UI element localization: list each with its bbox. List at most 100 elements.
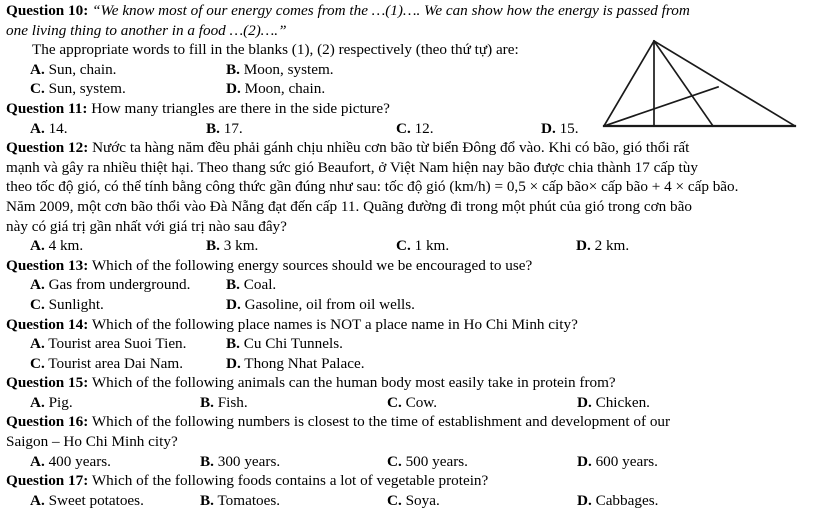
q12-label: Question 12: bbox=[6, 139, 89, 157]
q15-options-row: A. Pig. B. Fish. C. Cow. D. Chicken. bbox=[6, 393, 814, 413]
q14-option-b[interactable]: B. Cu Chi Tunnels. bbox=[226, 334, 546, 354]
q15-option-d-letter: D. bbox=[577, 393, 592, 411]
q15-option-a[interactable]: A. Pig. bbox=[30, 393, 200, 413]
q11-option-c[interactable]: C. 12. bbox=[396, 119, 541, 139]
triangle-cevian-from-apex bbox=[652, 39, 715, 128]
q13-option-c-letter: C. bbox=[30, 295, 45, 313]
q16-option-a[interactable]: A. 400 years. bbox=[30, 452, 200, 472]
q13-option-c[interactable]: C. Sunlight. bbox=[30, 295, 226, 315]
q16-option-d[interactable]: D. 600 years. bbox=[577, 452, 727, 472]
q11-option-b-text: 17. bbox=[223, 119, 243, 137]
q10-option-c-letter: C. bbox=[30, 80, 45, 98]
q12-stem-line-1: Question 12: Nước ta hàng năm đều phải g… bbox=[6, 138, 814, 158]
q16-option-d-text: 600 years. bbox=[595, 452, 658, 470]
q17-option-b-text: Tomatoes. bbox=[217, 491, 281, 509]
q11-option-a-letter: A. bbox=[30, 119, 45, 137]
q12-option-c[interactable]: C. 1 km. bbox=[396, 236, 576, 256]
q15-option-b-letter: B. bbox=[200, 393, 214, 411]
q15-option-d-text: Chicken. bbox=[595, 393, 650, 411]
triangle-cevian-from-left-vertex bbox=[602, 85, 720, 128]
q12-stem-text-1: Nước ta hàng năm đều phải gánh chịu nhiề… bbox=[92, 139, 690, 157]
q16-option-d-letter: D. bbox=[577, 452, 592, 470]
q10-option-a[interactable]: A. Sun, chain. bbox=[30, 60, 226, 80]
q13-option-b-text: Coal. bbox=[243, 276, 277, 294]
q10-option-d-text: Moon, chain. bbox=[244, 80, 326, 98]
q10-option-c[interactable]: C. Sun, system. bbox=[30, 79, 226, 99]
q10-option-b[interactable]: B. Moon, system. bbox=[226, 60, 546, 80]
q13-option-c-text: Sunlight. bbox=[48, 295, 104, 313]
q13-option-b[interactable]: B. Coal. bbox=[226, 275, 546, 295]
exam-page: Question 10: “We know most of our energy… bbox=[0, 0, 820, 519]
q14-option-c[interactable]: C. Tourist area Dai Nam. bbox=[30, 354, 226, 374]
question-17: Question 17: Which of the following food… bbox=[6, 471, 814, 510]
q17-option-b-letter: B. bbox=[200, 491, 214, 509]
q10-option-a-letter: A. bbox=[30, 60, 45, 78]
q16-stem-line-1: Question 16: Which of the following numb… bbox=[6, 412, 814, 432]
q15-option-c-letter: C. bbox=[387, 393, 402, 411]
q10-quote-line1: Question 10: “We know most of our energy… bbox=[6, 1, 814, 21]
q17-option-b[interactable]: B. Tomatoes. bbox=[200, 491, 387, 511]
q10-label: Question 10: bbox=[6, 2, 89, 19]
q17-option-c-text: Soya. bbox=[405, 491, 440, 509]
q12-option-c-text: 1 km. bbox=[414, 237, 450, 255]
q14-option-b-letter: B. bbox=[226, 335, 240, 353]
q12-stem-line-3: theo tốc độ gió, có thể tính bằng công t… bbox=[6, 178, 739, 196]
q12-option-a-letter: A. bbox=[30, 237, 45, 255]
q12-option-d-letter: D. bbox=[576, 237, 591, 255]
q15-label: Question 15: bbox=[6, 374, 89, 392]
q15-option-a-text: Pig. bbox=[48, 393, 73, 411]
q13-option-d[interactable]: D. Gasoline, oil from oil wells. bbox=[226, 295, 546, 315]
question-16: Question 16: Which of the following numb… bbox=[6, 412, 814, 471]
q12-stem-line-2: mạnh và gây ra nhiều thiệt hại. Theo tha… bbox=[6, 158, 698, 176]
q17-option-d-text: Cabbages. bbox=[595, 491, 659, 509]
q14-option-a[interactable]: A. Tourist area Suoi Tien. bbox=[30, 334, 226, 354]
q13-option-a-letter: A. bbox=[30, 276, 45, 294]
q14-option-d[interactable]: D. Thong Nhat Palace. bbox=[226, 354, 546, 374]
q10-option-d[interactable]: D. Moon, chain. bbox=[226, 79, 546, 99]
q17-option-c[interactable]: C. Soya. bbox=[387, 491, 577, 511]
question-15: Question 15: Which of the following anim… bbox=[6, 373, 814, 412]
q12-options-row: A. 4 km. B. 3 km. C. 1 km. D. 2 km. bbox=[6, 236, 814, 256]
q11-label: Question 11: bbox=[6, 99, 88, 117]
q12-option-a[interactable]: A. 4 km. bbox=[30, 236, 206, 256]
q16-option-b[interactable]: B. 300 years. bbox=[200, 452, 387, 472]
question-13: Question 13: Which of the following ener… bbox=[6, 256, 814, 315]
q12-option-d[interactable]: D. 2 km. bbox=[576, 236, 736, 256]
triangle-svg bbox=[602, 39, 797, 128]
q12-option-d-text: 2 km. bbox=[594, 237, 630, 255]
q15-option-c[interactable]: C. Cow. bbox=[387, 393, 577, 413]
q14-option-c-letter: C. bbox=[30, 354, 45, 372]
q11-option-b[interactable]: B. 17. bbox=[206, 119, 396, 139]
q12-option-b[interactable]: B. 3 km. bbox=[206, 236, 396, 256]
q11-option-a[interactable]: A. 14. bbox=[30, 119, 206, 139]
q13-option-a-text: Gas from underground. bbox=[48, 276, 191, 294]
q14-option-a-letter: A. bbox=[30, 335, 45, 353]
q17-stem: Question 17: Which of the following food… bbox=[6, 471, 814, 491]
q12-option-a-text: 4 km. bbox=[48, 237, 84, 255]
q13-stem-text: Which of the following energy sources sh… bbox=[91, 256, 533, 274]
q11-option-b-letter: B. bbox=[206, 119, 220, 137]
q17-options-row: A. Sweet potatoes. B. Tomatoes. C. Soya. D.… bbox=[6, 491, 814, 511]
q16-option-a-text: 400 years. bbox=[48, 452, 111, 470]
q16-option-a-letter: A. bbox=[30, 452, 45, 470]
q14-label: Question 14: bbox=[6, 315, 89, 333]
q16-stem-line-2: Saigon – Ho Chi Minh city? bbox=[6, 433, 178, 451]
triangle-right-side bbox=[652, 39, 797, 128]
q15-option-d[interactable]: D. Chicken. bbox=[577, 393, 727, 413]
q16-option-b-letter: B. bbox=[200, 452, 214, 470]
q14-stem: Question 14: Which of the following plac… bbox=[6, 315, 814, 335]
q17-option-d[interactable]: D. Cabbages. bbox=[577, 491, 727, 511]
q15-stem: Question 15: Which of the following anim… bbox=[6, 373, 814, 393]
q14-options-row-1: A. Tourist area Suoi Tien. B. Cu Chi Tunn… bbox=[6, 334, 814, 354]
q13-stem: Question 13: Which of the following ener… bbox=[6, 256, 814, 276]
q10-option-a-text: Sun, chain. bbox=[48, 60, 117, 78]
q14-option-b-text: Cu Chi Tunnels. bbox=[243, 335, 343, 353]
q15-option-b[interactable]: B. Fish. bbox=[200, 393, 387, 413]
q17-option-a[interactable]: A. Sweet potatoes. bbox=[30, 491, 200, 511]
q13-option-a[interactable]: A. Gas from underground. bbox=[30, 275, 226, 295]
q11-option-d-letter: D. bbox=[541, 119, 556, 137]
q16-option-c[interactable]: C. 500 years. bbox=[387, 452, 577, 472]
q16-option-c-letter: C. bbox=[387, 452, 402, 470]
q13-options-row-2: C. Sunlight. D. Gasoline, oil from oil we… bbox=[6, 295, 814, 315]
triangle-left-side bbox=[602, 39, 656, 128]
